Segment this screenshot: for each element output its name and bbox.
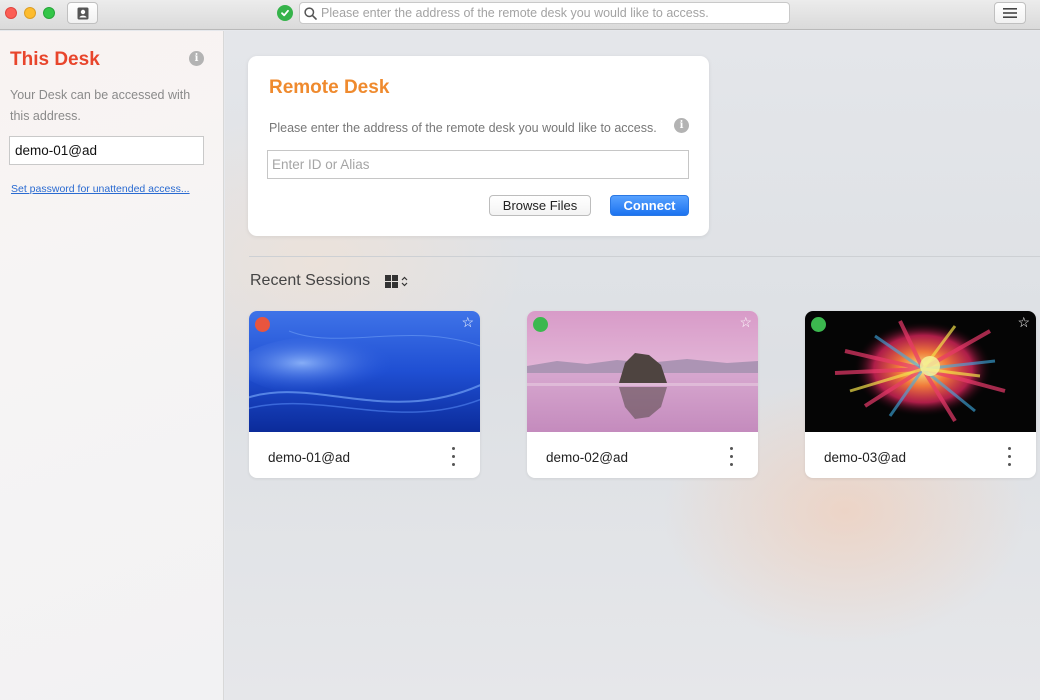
check-circle-icon	[277, 5, 293, 21]
address-book-icon	[77, 7, 88, 19]
minimize-window-button[interactable]	[24, 7, 36, 19]
main-area: Remote Desk Please enter the address of …	[225, 31, 1040, 700]
chevron-up-down-icon	[401, 276, 408, 287]
view-mode-toggle[interactable]	[385, 275, 408, 288]
close-window-button[interactable]	[5, 7, 17, 19]
session-name: demo-03@ad	[824, 450, 907, 465]
session-name: demo-02@ad	[546, 450, 629, 465]
session-thumbnail[interactable]	[249, 311, 480, 432]
connect-button[interactable]: Connect	[610, 195, 689, 216]
remote-id-input[interactable]	[267, 150, 689, 179]
hamburger-menu-icon	[1003, 8, 1017, 18]
section-divider	[249, 256, 1040, 257]
remote-desk-card: Remote Desk Please enter the address of …	[248, 56, 709, 236]
grid-view-icon	[385, 275, 398, 288]
session-thumbnail[interactable]	[527, 311, 758, 432]
remote-desk-title: Remote Desk	[269, 77, 390, 98]
more-options-icon[interactable]	[724, 444, 738, 468]
favorite-star-icon[interactable]: ☆	[739, 314, 752, 331]
status-online-icon	[533, 317, 548, 332]
search-icon	[304, 6, 317, 20]
info-icon[interactable]: i	[189, 51, 204, 66]
remote-desk-description: Please enter the address of the remote d…	[269, 121, 657, 135]
title-bar	[0, 0, 1040, 30]
session-card[interactable]: ☆ demo-01@ad	[249, 311, 480, 478]
browse-files-button[interactable]: Browse Files	[489, 195, 591, 216]
zoom-window-button[interactable]	[43, 7, 55, 19]
more-options-icon[interactable]	[446, 444, 460, 468]
toolbar-address-field[interactable]	[299, 2, 790, 24]
favorite-star-icon[interactable]: ☆	[461, 314, 474, 331]
favorite-star-icon[interactable]: ☆	[1017, 314, 1030, 331]
session-name: demo-01@ad	[268, 450, 351, 465]
session-card[interactable]: ☆ demo-03@ad	[805, 311, 1036, 478]
this-desk-panel: This Desk i Your Desk can be accessed wi…	[0, 31, 224, 700]
status-online-icon	[811, 317, 826, 332]
toolbar-address-input[interactable]	[321, 6, 781, 20]
info-icon[interactable]: i	[674, 118, 689, 133]
more-options-icon[interactable]	[1002, 444, 1016, 468]
address-book-button[interactable]	[67, 2, 98, 24]
session-card[interactable]: ☆ demo-02@ad	[527, 311, 758, 478]
this-desk-title: This Desk	[10, 49, 100, 70]
session-thumbnail[interactable]	[805, 311, 1036, 432]
status-offline-icon	[255, 317, 270, 332]
this-desk-address-field[interactable]	[9, 136, 204, 165]
this-desk-description: Your Desk can be accessed with this addr…	[10, 88, 191, 123]
main-menu-button[interactable]	[994, 2, 1026, 24]
recent-sessions-title: Recent Sessions	[250, 272, 371, 289]
set-password-link[interactable]: Set password for unattended access...	[11, 183, 190, 195]
